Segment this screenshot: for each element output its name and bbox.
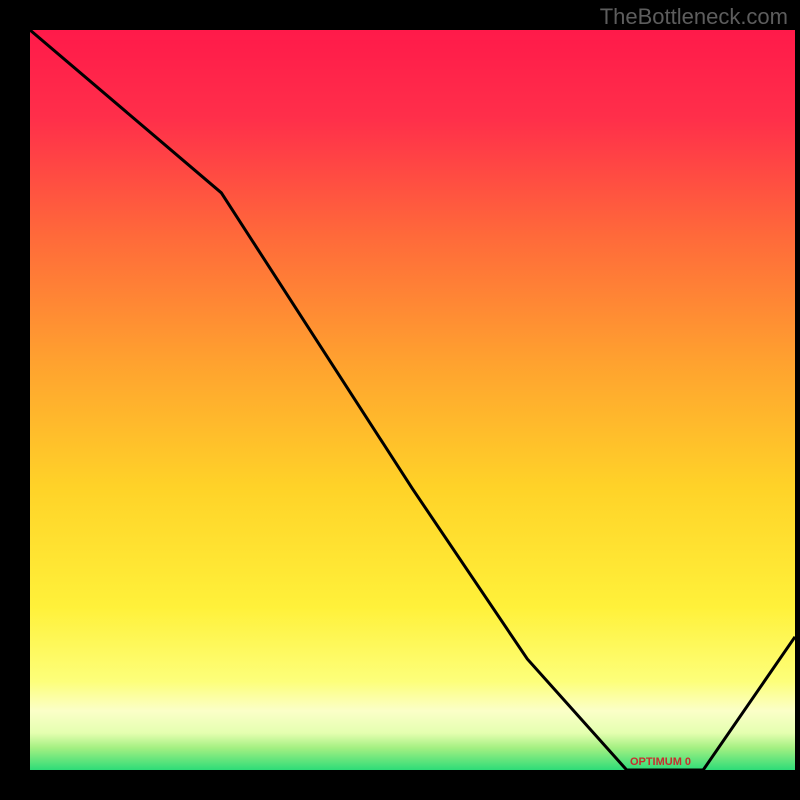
optimum-label: OPTIMUM 0 <box>630 756 691 768</box>
bottleneck-chart <box>0 0 800 800</box>
chart-container: TheBottleneck.com OP <box>0 0 800 800</box>
watermark-text: TheBottleneck.com <box>600 4 788 30</box>
plot-area <box>30 30 795 770</box>
